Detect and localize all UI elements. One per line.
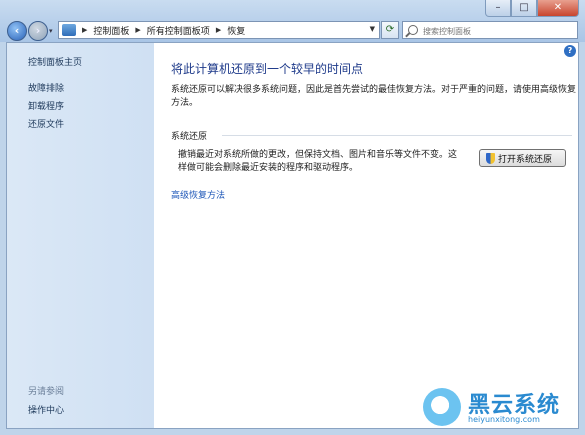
recent-pages-dropdown[interactable]: ▾ xyxy=(49,27,53,35)
intro-text: 系统还原可以解决很多系统问题，因此是首先尝试的最佳恢复方法。对于严重的问题，请使… xyxy=(171,85,577,108)
title-bar: – □ ✕ ‹ › ▾ ▶ 控制面板 ▶ 所有控制面板项 ▶ 恢复 ▼ ⟳ xyxy=(0,0,585,42)
explorer-window: – □ ✕ ‹ › ▾ ▶ 控制面板 ▶ 所有控制面板项 ▶ 恢复 ▼ ⟳ 控制… xyxy=(0,0,585,435)
section-description: 撤销最近对系统所做的更改，但保持文档、图片和音乐等文件不变。这样做可能会删除最近… xyxy=(178,150,458,173)
section-title: 系统还原 xyxy=(171,132,208,142)
address-dropdown-icon[interactable]: ▼ xyxy=(370,25,375,33)
search-box[interactable] xyxy=(402,21,578,39)
sidebar-item-restore-files[interactable]: 还原文件 xyxy=(28,117,64,130)
watermark-url: heiyunxitong.com xyxy=(468,415,540,424)
brand-logo-icon xyxy=(423,388,461,426)
sidebar-item-action-center[interactable]: 操作中心 xyxy=(28,403,64,416)
breadcrumb-control-panel[interactable]: 控制面板 xyxy=(93,24,129,37)
sidebar: 控制面板主页 故障排除 卸载程序 还原文件 另请参阅 操作中心 xyxy=(7,43,154,428)
chevron-right-icon[interactable]: ▶ xyxy=(216,26,221,34)
page-title: 将此计算机还原到一个较早的时间点 xyxy=(171,62,364,76)
maximize-button[interactable]: □ xyxy=(511,0,537,17)
search-icon xyxy=(408,25,418,35)
forward-button[interactable]: › xyxy=(28,21,48,41)
advanced-recovery-link[interactable]: 高级恢复方法 xyxy=(171,188,225,201)
close-button[interactable]: ✕ xyxy=(537,0,579,17)
breadcrumb-all-items[interactable]: 所有控制面板项 xyxy=(147,24,210,37)
sidebar-item-home[interactable]: 控制面板主页 xyxy=(28,55,82,68)
chevron-right-icon[interactable]: ▶ xyxy=(135,26,140,34)
minimize-button[interactable]: – xyxy=(485,0,511,17)
sidebar-item-uninstall[interactable]: 卸载程序 xyxy=(28,99,64,112)
chevron-right-icon[interactable]: ▶ xyxy=(82,26,87,34)
open-system-restore-label: 打开系统还原 xyxy=(498,154,553,165)
main-panel: ? 将此计算机还原到一个较早的时间点 系统还原可以解决很多系统问题，因此是首先尝… xyxy=(154,43,578,428)
watermark: 黑云系统 heiyunxitong.com xyxy=(418,384,582,432)
back-button[interactable]: ‹ xyxy=(7,21,27,41)
see-also-heading: 另请参阅 xyxy=(28,387,65,397)
open-system-restore-button[interactable]: 打开系统还原 xyxy=(479,149,566,167)
control-panel-icon xyxy=(62,24,76,36)
sidebar-item-troubleshoot[interactable]: 故障排除 xyxy=(28,81,64,94)
address-bar[interactable]: ▶ 控制面板 ▶ 所有控制面板项 ▶ 恢复 ▼ xyxy=(58,21,380,39)
refresh-button[interactable]: ⟳ xyxy=(381,21,399,39)
search-input[interactable] xyxy=(421,23,575,39)
breadcrumb-recovery[interactable]: 恢复 xyxy=(227,24,245,37)
uac-shield-icon xyxy=(486,152,495,164)
divider xyxy=(222,135,572,136)
content-area: 控制面板主页 故障排除 卸载程序 还原文件 另请参阅 操作中心 ? 将此计算机还… xyxy=(6,42,579,429)
window-controls: – □ ✕ xyxy=(485,0,579,18)
help-icon[interactable]: ? xyxy=(564,45,576,57)
